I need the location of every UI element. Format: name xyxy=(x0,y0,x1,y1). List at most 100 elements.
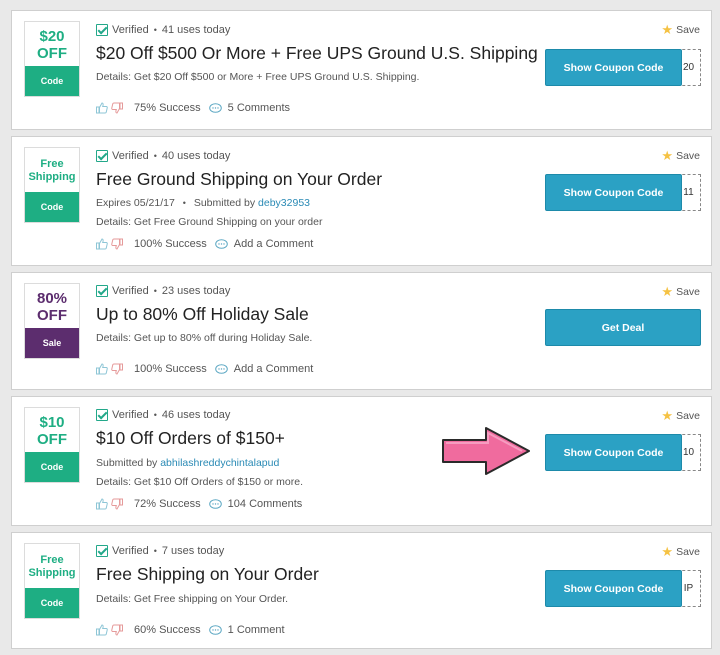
coupon-title: $10 Off Orders of $150+ xyxy=(96,428,285,448)
thumbs-down-icon[interactable] xyxy=(111,102,123,114)
success-rate: 75% Success xyxy=(134,102,201,114)
star-icon: ★ xyxy=(661,408,674,423)
badge-type: Sale xyxy=(25,328,79,358)
coupon-title: Free Shipping on Your Order xyxy=(96,564,319,584)
thumbs-down-icon[interactable] xyxy=(111,238,123,250)
badge-line-1: Free xyxy=(40,158,64,171)
uses-today: 41 uses today xyxy=(161,24,231,36)
badge-amount: $20 xyxy=(39,27,65,45)
discount-badge: Free Shipping Code xyxy=(24,543,80,619)
coupon-stats: 60% Success 1 Comment xyxy=(96,624,285,636)
badge-type: Code xyxy=(25,588,79,618)
success-rate: 100% Success xyxy=(134,363,207,375)
check-icon xyxy=(96,24,108,36)
verified-label: Verified xyxy=(112,409,149,421)
coupon-code-widget[interactable]: IP Show Coupon Code xyxy=(545,570,701,607)
uses-today: 46 uses today xyxy=(161,409,231,421)
badge-type: Code xyxy=(25,66,79,96)
check-icon xyxy=(96,409,108,421)
thumbs-down-icon[interactable] xyxy=(111,624,123,636)
badge-amount: $10 xyxy=(39,413,65,431)
coupon-code-widget[interactable]: 20 Show Coupon Code xyxy=(545,49,701,86)
comments-link[interactable]: Add a Comment xyxy=(234,363,313,375)
submitted-label: Submitted by xyxy=(96,457,158,469)
show-coupon-code-button[interactable]: Show Coupon Code xyxy=(545,174,682,211)
comment-icon[interactable] xyxy=(209,625,222,636)
badge-unit: OFF xyxy=(37,45,67,62)
coupon-details: Details: Get $10 Off Orders of $150 or m… xyxy=(96,476,303,488)
thumbs-up-icon[interactable] xyxy=(96,102,108,114)
comment-icon[interactable] xyxy=(215,239,228,250)
coupon-meta: Expires 05/21/17 • Submitted by deby3295… xyxy=(96,197,310,209)
coupon-title: Up to 80% Off Holiday Sale xyxy=(96,304,309,324)
coupon-meta: Submitted by abhilashreddychintalapud xyxy=(96,457,279,469)
save-button[interactable]: ★ Save xyxy=(661,23,700,36)
comment-icon[interactable] xyxy=(215,364,228,375)
save-button[interactable]: ★ Save xyxy=(661,149,700,162)
badge-line-2: Shipping xyxy=(28,171,76,183)
show-coupon-code-button[interactable]: Show Coupon Code xyxy=(545,434,682,471)
comment-icon[interactable] xyxy=(209,103,222,114)
uses-today: 23 uses today xyxy=(161,285,231,297)
check-icon xyxy=(96,545,108,557)
show-coupon-code-button[interactable]: Show Coupon Code xyxy=(545,49,682,86)
verified-row: Verified • 46 uses today xyxy=(96,409,230,421)
thumbs-up-icon[interactable] xyxy=(96,363,108,375)
star-icon: ★ xyxy=(661,284,674,299)
thumbs-up-icon[interactable] xyxy=(96,498,108,510)
uses-today: 7 uses today xyxy=(161,545,225,557)
thumbs-up-icon[interactable] xyxy=(96,238,108,250)
verified-row: Verified • 41 uses today xyxy=(96,24,230,36)
comments-link[interactable]: Add a Comment xyxy=(234,238,313,250)
thumbs-up-icon[interactable] xyxy=(96,624,108,636)
coupon-title: Free Ground Shipping on Your Order xyxy=(96,169,383,189)
coupon-code-widget[interactable]: 10 Show Coupon Code xyxy=(545,434,701,471)
comment-icon[interactable] xyxy=(209,499,222,510)
check-icon xyxy=(96,150,108,162)
star-icon: ★ xyxy=(661,148,674,163)
verified-label: Verified xyxy=(112,545,149,557)
coupon-stats: 75% Success 5 Comments xyxy=(96,102,290,114)
save-button[interactable]: ★ Save xyxy=(661,545,700,558)
coupon-details: Details: Get Free shipping on Your Order… xyxy=(96,593,289,605)
show-coupon-code-button[interactable]: Show Coupon Code xyxy=(545,570,682,607)
coupon-card: Free Shipping Code Verified • 7 uses tod… xyxy=(11,532,712,649)
expiry-date: Expires 05/21/17 xyxy=(96,197,175,209)
coupon-details: Details: Get $20 Off $500 or More + Free… xyxy=(96,71,420,83)
success-rate: 100% Success xyxy=(134,238,207,250)
coupon-card: $10 OFF Code Verified • 46 uses today $1… xyxy=(11,396,712,526)
verified-row: Verified • 7 uses today xyxy=(96,545,224,557)
badge-type: Code xyxy=(25,452,79,482)
verified-row: Verified • 23 uses today xyxy=(96,285,230,297)
discount-badge: $20 OFF Code xyxy=(24,21,80,97)
coupon-code-widget[interactable]: 11 Show Coupon Code xyxy=(545,174,701,211)
submitter-link[interactable]: abhilashreddychintalapud xyxy=(160,457,279,469)
comments-link[interactable]: 1 Comment xyxy=(228,624,285,636)
badge-line-1: Free xyxy=(40,554,64,567)
badge-type: Code xyxy=(25,192,79,222)
submitted-label: Submitted by xyxy=(193,197,256,209)
verified-row: Verified • 40 uses today xyxy=(96,150,230,162)
discount-badge: Free Shipping Code xyxy=(24,147,80,223)
thumbs-down-icon[interactable] xyxy=(111,363,123,375)
comments-link[interactable]: 104 Comments xyxy=(228,498,303,510)
coupon-stats: 100% Success Add a Comment xyxy=(96,238,313,250)
uses-today: 40 uses today xyxy=(161,150,231,162)
star-icon: ★ xyxy=(661,544,674,559)
save-button[interactable]: ★ Save xyxy=(661,285,700,298)
success-rate: 72% Success xyxy=(134,498,201,510)
thumbs-down-icon[interactable] xyxy=(111,498,123,510)
success-rate: 60% Success xyxy=(134,624,201,636)
get-deal-button[interactable]: Get Deal xyxy=(545,309,701,346)
submitter-link[interactable]: deby32953 xyxy=(258,197,310,209)
check-icon xyxy=(96,285,108,297)
discount-badge: 80% OFF Sale xyxy=(24,283,80,359)
badge-line-2: Shipping xyxy=(28,567,76,579)
coupon-title: $20 Off $500 Or More + Free UPS Ground U… xyxy=(96,43,538,63)
verified-label: Verified xyxy=(112,24,149,36)
save-button[interactable]: ★ Save xyxy=(661,409,700,422)
coupon-stats: 100% Success Add a Comment xyxy=(96,363,313,375)
verified-label: Verified xyxy=(112,285,149,297)
coupon-details: Details: Get Free Ground Shipping on you… xyxy=(96,216,323,228)
comments-link[interactable]: 5 Comments xyxy=(228,102,290,114)
